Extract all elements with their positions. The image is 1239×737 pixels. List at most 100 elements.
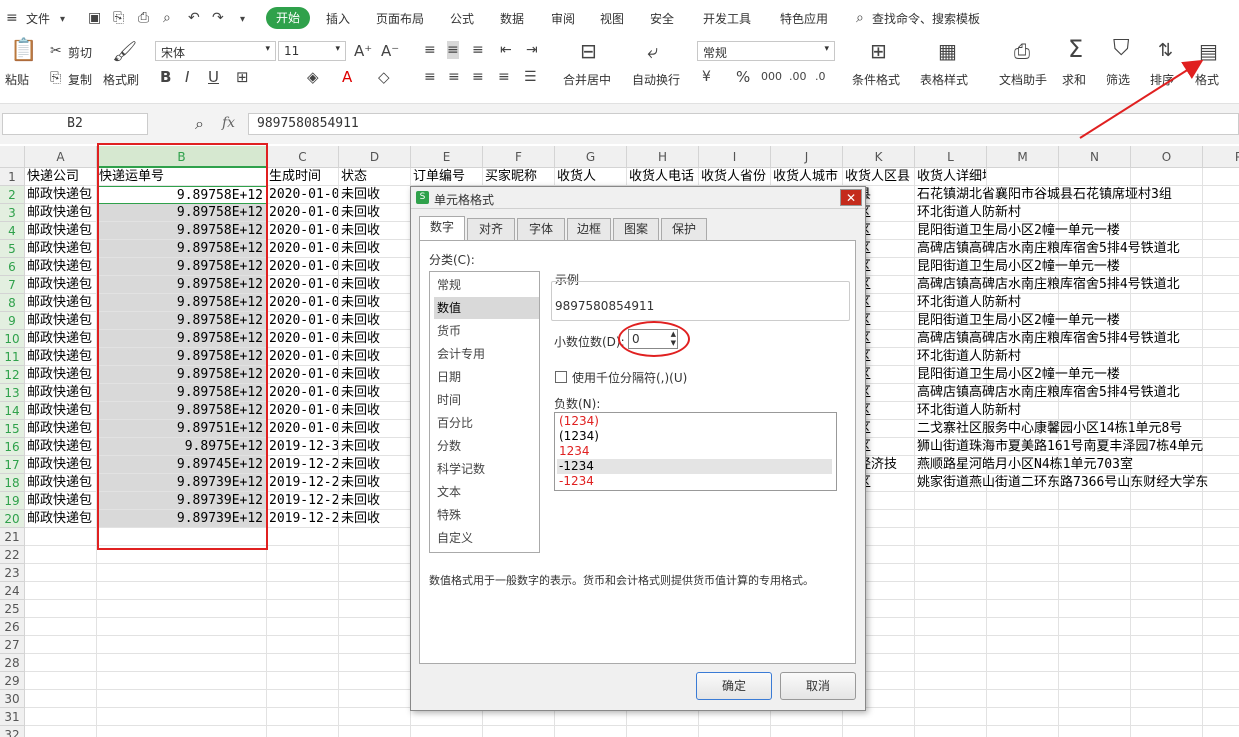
category-item[interactable]: 常规 bbox=[434, 274, 539, 296]
category-item[interactable]: 特殊 bbox=[434, 504, 539, 526]
cell-n20[interactable] bbox=[1059, 528, 1131, 546]
cell-p16[interactable] bbox=[1203, 456, 1239, 474]
cell-b26[interactable] bbox=[97, 636, 267, 654]
close-icon[interactable]: ✕ bbox=[840, 189, 862, 206]
align-right-icon[interactable]: ≡ bbox=[472, 68, 484, 86]
cell-b25[interactable] bbox=[97, 618, 267, 636]
cell-a6[interactable]: 邮政快递包 bbox=[25, 276, 97, 294]
cell-p18[interactable] bbox=[1203, 492, 1239, 510]
cell-a22[interactable] bbox=[25, 564, 97, 582]
cell-c18[interactable]: 2019-12-2 bbox=[267, 492, 339, 510]
cell-p21[interactable] bbox=[1203, 546, 1239, 564]
cell-a8[interactable]: 邮政快递包 bbox=[25, 312, 97, 330]
cell-l4[interactable]: 高碑店镇高碑店水南庄粮库宿舍5排4号铁道北 bbox=[915, 240, 1180, 258]
format-icon[interactable]: ▤ bbox=[1199, 41, 1218, 61]
sort-icon[interactable]: ⇅ bbox=[1158, 42, 1173, 60]
header-cell[interactable]: 收货人城市 bbox=[771, 168, 843, 186]
row-header[interactable]: 16 bbox=[0, 438, 25, 456]
cell-d7[interactable]: 未回收 bbox=[339, 294, 411, 312]
cancel-button[interactable]: 取消 bbox=[780, 672, 856, 700]
cell-n29[interactable] bbox=[1059, 690, 1131, 708]
cell-c2[interactable]: 2020-01-03 bbox=[267, 204, 339, 222]
tab-view[interactable]: 视图 bbox=[600, 10, 624, 27]
column-header-e[interactable]: E bbox=[411, 146, 483, 168]
header-cell[interactable] bbox=[1203, 168, 1239, 186]
cell-o29[interactable] bbox=[1131, 690, 1203, 708]
cell-p10[interactable] bbox=[1203, 348, 1239, 366]
cell-l26[interactable] bbox=[915, 636, 987, 654]
cell-c11[interactable]: 2020-01-03 bbox=[267, 366, 339, 384]
cell-d10[interactable]: 未回收 bbox=[339, 348, 411, 366]
cell-d26[interactable] bbox=[339, 636, 411, 654]
search-icon[interactable]: ⌕ bbox=[856, 9, 864, 27]
cell-p26[interactable] bbox=[1203, 636, 1239, 654]
cell-a4[interactable]: 邮政快递包 bbox=[25, 240, 97, 258]
row-header[interactable]: 1 bbox=[0, 168, 25, 186]
select-all-corner[interactable] bbox=[0, 146, 25, 168]
cell-c22[interactable] bbox=[267, 564, 339, 582]
cell-c21[interactable] bbox=[267, 546, 339, 564]
row-header[interactable]: 7 bbox=[0, 276, 25, 294]
cell-c16[interactable]: 2019-12-2 bbox=[267, 456, 339, 474]
cell-c10[interactable]: 2020-01-03 bbox=[267, 348, 339, 366]
more-icon[interactable]: ▾ bbox=[240, 11, 245, 29]
preview-icon[interactable]: ⌕ bbox=[163, 9, 171, 27]
cell-d15[interactable]: 未回收 bbox=[339, 438, 411, 456]
cell-n30[interactable] bbox=[1059, 708, 1131, 726]
tab-page-layout[interactable]: 页面布局 bbox=[376, 10, 424, 27]
cell-p20[interactable] bbox=[1203, 528, 1239, 546]
row-header[interactable]: 30 bbox=[0, 690, 25, 708]
cell-p29[interactable] bbox=[1203, 690, 1239, 708]
tab-data[interactable]: 数据 bbox=[500, 10, 524, 27]
cell-l1[interactable]: 石花镇湖北省襄阳市谷城县石花镇席垭村3组 bbox=[915, 186, 1172, 204]
cell-m31[interactable] bbox=[987, 726, 1059, 737]
fill-icon[interactable]: ◈ bbox=[307, 68, 319, 86]
cell-l7[interactable]: 环北街道人防新村 bbox=[915, 294, 1021, 312]
cell-l24[interactable] bbox=[915, 600, 987, 618]
cell-l5[interactable]: 昆阳街道卫生局小区2幢一单元一楼 bbox=[915, 258, 1120, 276]
category-item[interactable]: 会计专用 bbox=[434, 343, 539, 365]
cell-a11[interactable]: 邮政快递包 bbox=[25, 366, 97, 384]
cell-c17[interactable]: 2019-12-2 bbox=[267, 474, 339, 492]
cell-d1[interactable]: 未回收 bbox=[339, 186, 411, 204]
cell-d17[interactable]: 未回收 bbox=[339, 474, 411, 492]
negative-format-item[interactable]: 1234 bbox=[557, 444, 832, 459]
column-header-a[interactable]: A bbox=[25, 146, 97, 168]
header-cell[interactable]: 生成时间 bbox=[267, 168, 339, 186]
tab-formula[interactable]: 公式 bbox=[450, 10, 474, 27]
cell-d11[interactable]: 未回收 bbox=[339, 366, 411, 384]
cell-b24[interactable] bbox=[97, 600, 267, 618]
cell-c4[interactable]: 2020-01-03 bbox=[267, 240, 339, 258]
cell-d16[interactable]: 未回收 bbox=[339, 456, 411, 474]
align-middle-icon[interactable]: ≡ bbox=[447, 41, 459, 59]
ok-button[interactable]: 确定 bbox=[696, 672, 772, 700]
cell-m18[interactable] bbox=[987, 492, 1059, 510]
cell-p1[interactable] bbox=[1203, 186, 1239, 204]
cell-l3[interactable]: 昆阳街道卫生局小区2幢一单元一楼 bbox=[915, 222, 1120, 240]
column-header-g[interactable]: G bbox=[555, 146, 627, 168]
wrap-button[interactable]: 自动换行 bbox=[632, 71, 680, 88]
cell-d4[interactable]: 未回收 bbox=[339, 240, 411, 258]
cell-a30[interactable] bbox=[25, 708, 97, 726]
cell-l16[interactable]: 燕顺路星河皓月小区N4栋1单元703室 bbox=[915, 456, 1133, 474]
scissors-icon[interactable]: ✂ bbox=[50, 42, 62, 60]
merge-icon[interactable]: ⊟ bbox=[580, 41, 597, 61]
cell-d28[interactable] bbox=[339, 672, 411, 690]
thousands-checkbox[interactable] bbox=[555, 371, 567, 383]
cell-d21[interactable] bbox=[339, 546, 411, 564]
row-header[interactable]: 21 bbox=[0, 528, 25, 546]
fx-icon[interactable]: fx bbox=[222, 115, 235, 131]
cell-k31[interactable] bbox=[843, 726, 915, 737]
formula-input[interactable]: 9897580854911 bbox=[248, 113, 1239, 135]
doc-helper-icon[interactable]: ⎙ bbox=[1014, 41, 1030, 61]
cell-a15[interactable]: 邮政快递包 bbox=[25, 438, 97, 456]
cell-c29[interactable] bbox=[267, 690, 339, 708]
header-cell[interactable]: 状态 bbox=[339, 168, 411, 186]
cell-o13[interactable] bbox=[1131, 402, 1203, 420]
cell-p30[interactable] bbox=[1203, 708, 1239, 726]
row-header[interactable]: 3 bbox=[0, 204, 25, 222]
cell-l25[interactable] bbox=[915, 618, 987, 636]
cell-a31[interactable] bbox=[25, 726, 97, 737]
cell-a27[interactable] bbox=[25, 654, 97, 672]
cell-l22[interactable] bbox=[915, 564, 987, 582]
